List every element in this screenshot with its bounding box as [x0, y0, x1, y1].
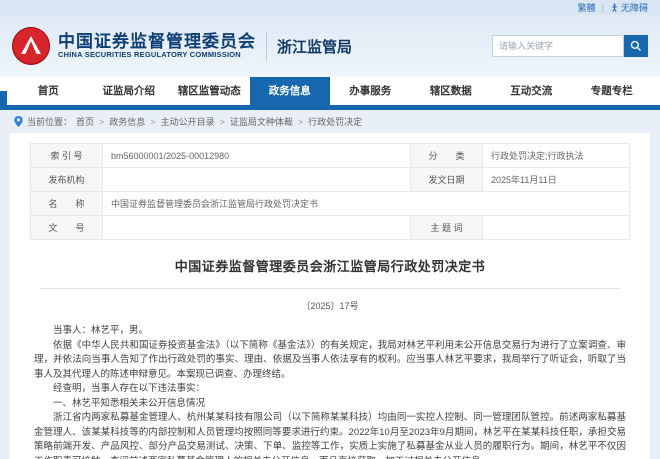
breadcrumb-government-info[interactable]: 政务信息	[109, 115, 145, 128]
breadcrumb-home[interactable]: 首页	[76, 115, 94, 128]
org-name-cn: 中国证券监督管理委员会	[58, 33, 256, 51]
issue-date-label: 发文日期	[411, 168, 483, 192]
paragraph-findings-intro: 经查明，当事人存在以下违法事实：	[34, 382, 626, 397]
doc-number-label: 文 号	[31, 216, 103, 240]
table-row: 索 引 号 bm56000001/2025-00012980 分 类 行政处罚决…	[31, 144, 630, 168]
nav-item-interaction[interactable]: 互动交流	[491, 77, 572, 105]
name-label: 名 称	[31, 192, 103, 216]
main-nav: 首页 证监局介绍 辖区监管动态 政务信息 办事服务 辖区数据 互动交流 专题专栏	[0, 77, 660, 110]
accessibility-link[interactable]: 无障碍	[610, 1, 648, 14]
traditional-chinese-link[interactable]: 繁體	[578, 1, 596, 14]
breadcrumb-document-type[interactable]: 证监局文种体裁	[230, 115, 293, 128]
name-value: 中国证券监督管理委员会浙江监管局行政处罚决定书	[103, 192, 630, 216]
nav-item-regional-data[interactable]: 辖区数据	[411, 77, 492, 105]
content-panel: 索 引 号 bm56000001/2025-00012980 分 类 行政处罚决…	[10, 133, 650, 459]
paragraph-section-1-heading: 一、林艺平知悉相关未公开信息情况	[34, 397, 626, 412]
title-divider	[40, 288, 620, 289]
utility-bar: 繁體 | 无障碍	[0, 0, 660, 15]
document-number: 〔2025〕17号	[34, 299, 626, 312]
nav-item-government-info[interactable]: 政务信息	[250, 77, 331, 105]
doc-number-value	[103, 216, 411, 240]
document-meta-table: 索 引 号 bm56000001/2025-00012980 分 类 行政处罚决…	[30, 143, 630, 240]
document-body: 中国证券监督管理委员会浙江监管局行政处罚决定书 〔2025〕17号 当事人：林艺…	[30, 256, 630, 459]
site-header: 中国证券监督管理委员会 CHINA SECURITIES REGULATORY …	[0, 15, 660, 77]
paragraph-basis: 依据《中华人民共和国证券投资基金法》（以下简称《基金法》）的有关规定，我局对林艺…	[34, 339, 626, 383]
breadcrumb-penalty-decision[interactable]: 行政处罚决定	[308, 115, 362, 128]
table-row: 文 号 主 题 词	[31, 216, 630, 240]
keyword-label: 主 题 词	[411, 216, 483, 240]
index-number-label: 索 引 号	[31, 144, 103, 168]
publisher-label: 发布机构	[31, 168, 103, 192]
search-box	[492, 35, 648, 57]
header-divider	[266, 31, 267, 61]
breadcrumb-public-catalog[interactable]: 主动公开目录	[161, 115, 215, 128]
nav-item-regional-supervision[interactable]: 辖区监管动态	[169, 77, 250, 105]
breadcrumb-prefix: 当前位置：	[27, 115, 72, 128]
csrc-logo-icon	[12, 27, 50, 65]
paragraph-section-1-body: 浙江省内两家私募基金管理人、杭州某某科技有限公司（以下简称某某科技）均由同一实控…	[34, 411, 626, 459]
search-icon	[630, 40, 642, 52]
org-name-en: CHINA SECURITIES REGULATORY COMMISSION	[58, 51, 256, 59]
paragraph-party: 当事人：林艺平，男。	[34, 324, 626, 339]
issue-date-value: 2025年11月11日	[483, 168, 630, 192]
keyword-value	[483, 216, 630, 240]
bureau-name: 浙江监管局	[277, 36, 352, 57]
category-label: 分 类	[411, 144, 483, 168]
document-title: 中国证券监督管理委员会浙江监管局行政处罚决定书	[34, 256, 626, 275]
table-row: 发布机构 发文日期 2025年11月11日	[31, 168, 630, 192]
divider: |	[602, 3, 604, 13]
index-number-value: bm56000001/2025-00012980	[103, 144, 411, 168]
accessibility-icon	[610, 3, 619, 12]
nav-item-home[interactable]: 首页	[8, 77, 89, 105]
org-title: 中国证券监督管理委员会 CHINA SECURITIES REGULATORY …	[58, 33, 256, 59]
breadcrumb: 当前位置： 首页> 政务信息> 主动公开目录> 证监局文种体裁> 行政处罚决定	[0, 110, 660, 133]
nav-item-services[interactable]: 办事服务	[330, 77, 411, 105]
publisher-value	[103, 168, 411, 192]
nav-item-bureau-intro[interactable]: 证监局介绍	[89, 77, 170, 105]
location-pin-icon	[14, 116, 23, 127]
nav-item-special-topics[interactable]: 专题专栏	[572, 77, 653, 105]
category-value: 行政处罚决定;行政执法	[483, 144, 630, 168]
table-row: 名 称 中国证券监督管理委员会浙江监管局行政处罚决定书	[31, 192, 630, 216]
search-button[interactable]	[624, 35, 648, 57]
search-input[interactable]	[492, 35, 624, 57]
